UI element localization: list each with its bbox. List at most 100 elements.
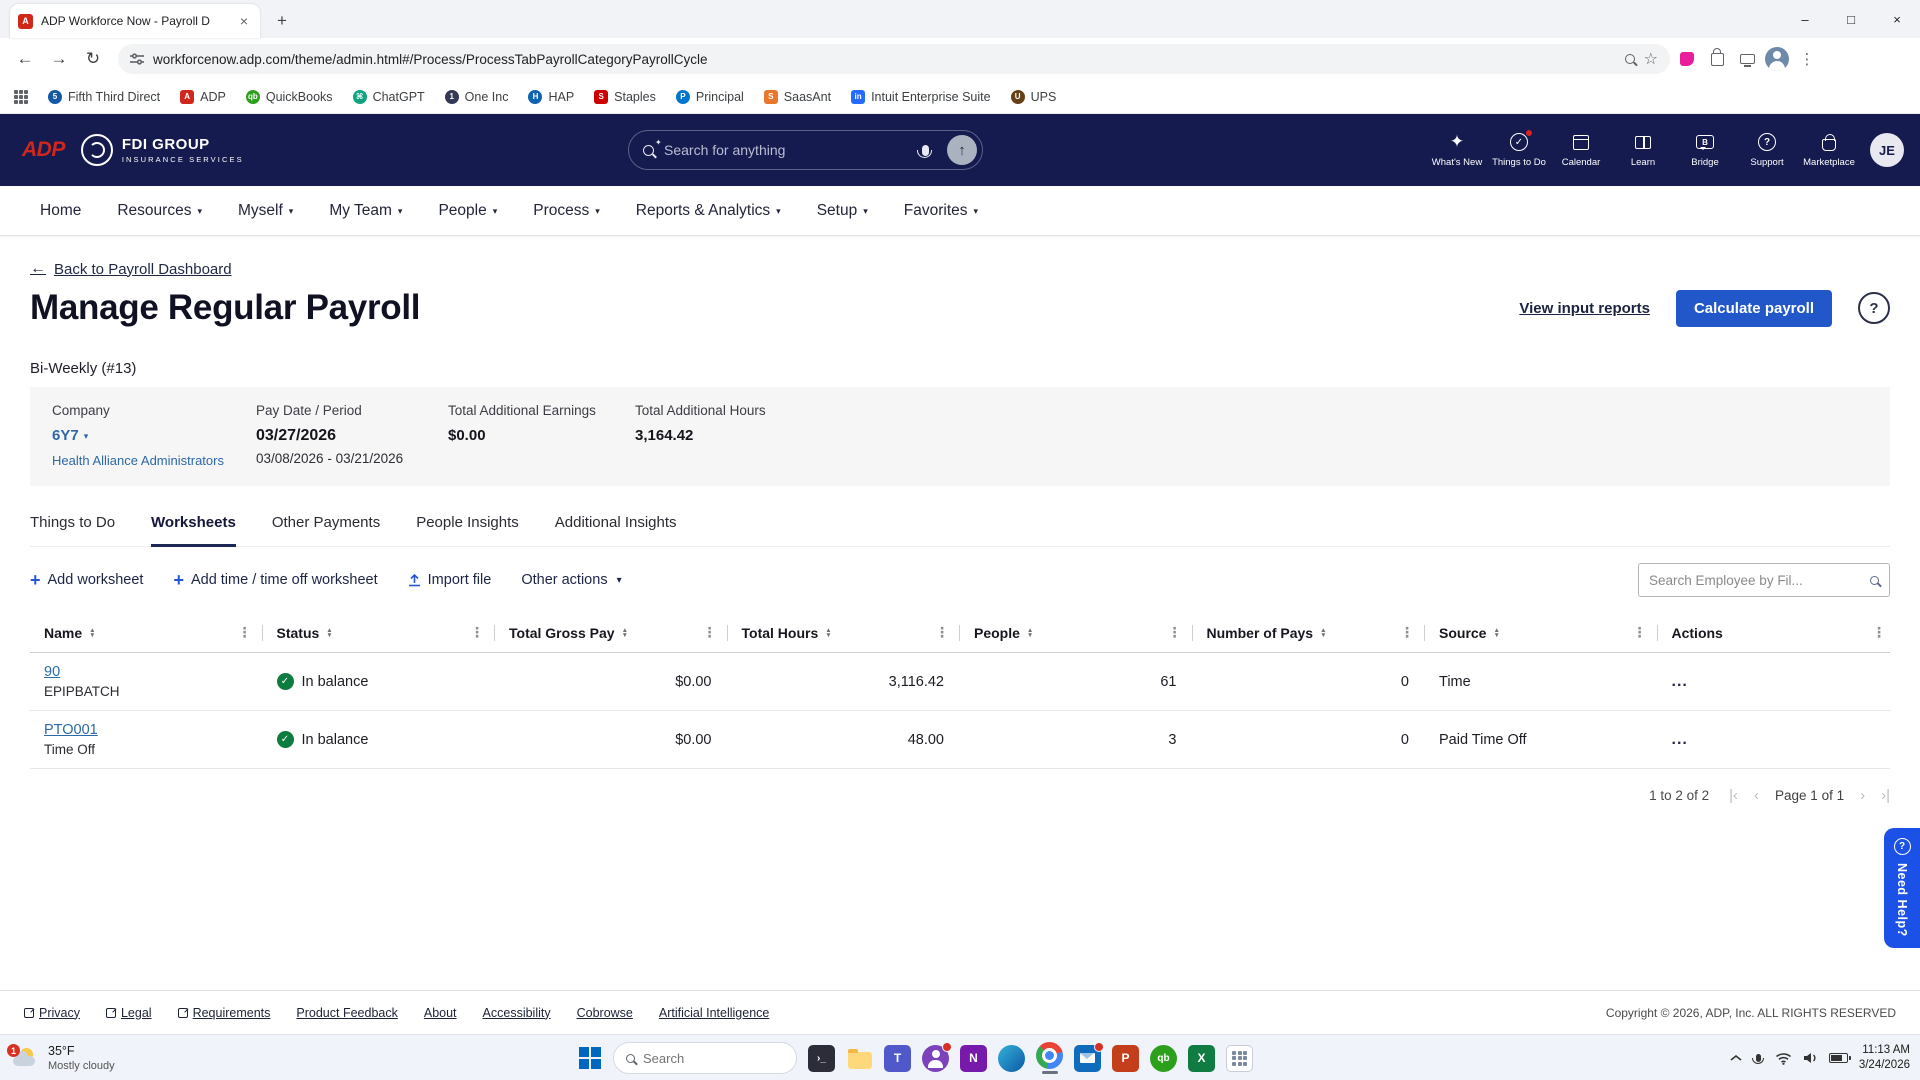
support-button[interactable]: ? Support xyxy=(1736,132,1798,168)
column-menu-icon[interactable]: ⋮ xyxy=(1629,624,1651,641)
maximize-button[interactable]: □ xyxy=(1828,0,1874,38)
employee-search-field[interactable] xyxy=(1638,563,1890,597)
edge-app-icon[interactable] xyxy=(998,1044,1025,1072)
sort-icon[interactable]: ▲ ▼ xyxy=(89,627,95,639)
first-page-button[interactable]: |‹ xyxy=(1729,787,1738,804)
bookmark-item[interactable]: 1 One Inc xyxy=(444,89,508,104)
nav-item-home[interactable]: Home xyxy=(40,202,81,220)
footer-link-artificial-intelligence[interactable]: Artificial Intelligence xyxy=(659,1006,769,1020)
column-menu-icon[interactable]: ⋮ xyxy=(234,624,256,641)
footer-link-legal[interactable]: Legal xyxy=(105,1006,152,1020)
column-menu-icon[interactable]: ⋮ xyxy=(699,624,721,641)
bookmark-item[interactable]: H HAP xyxy=(528,89,574,104)
calculator-app-icon[interactable] xyxy=(1226,1044,1253,1072)
footer-link-accessibility[interactable]: Accessibility xyxy=(483,1006,551,1020)
close-button[interactable]: × xyxy=(1874,0,1920,38)
nav-item-my-team[interactable]: My Team ▾ xyxy=(329,202,402,220)
marketplace-button[interactable]: Marketplace xyxy=(1798,132,1860,168)
new-tab-button[interactable]: + xyxy=(268,7,296,35)
terminal-app-icon[interactable]: ›_ xyxy=(808,1044,835,1072)
col-header-total-gross-pay[interactable]: Total Gross Pay ▲ ▼ ⋮ xyxy=(495,624,728,641)
add-worksheet-button[interactable]: + Add worksheet xyxy=(30,571,143,589)
forward-button[interactable]: → xyxy=(44,44,74,74)
tray-chevron-icon[interactable] xyxy=(1730,1054,1742,1062)
column-menu-icon[interactable]: ⋮ xyxy=(466,624,488,641)
search-icon[interactable] xyxy=(1870,575,1879,585)
footer-link-cobrowse[interactable]: Cobrowse xyxy=(577,1006,633,1020)
whats-new-button[interactable]: ✦ What's New xyxy=(1426,132,1488,168)
column-menu-icon[interactable]: ⋮ xyxy=(1396,624,1418,641)
column-menu-icon[interactable]: ⋮ xyxy=(931,624,953,641)
bridge-button[interactable]: B Bridge xyxy=(1674,132,1736,168)
col-header-status[interactable]: Status ▲ ▼ ⋮ xyxy=(263,624,495,641)
other-actions-button[interactable]: Other actions ▾ xyxy=(521,572,621,588)
site-settings-icon[interactable] xyxy=(130,53,144,65)
weather-widget[interactable]: 1 35°F Mostly cloudy xyxy=(7,1035,115,1080)
col-header-total-hours[interactable]: Total Hours ▲ ▼ ⋮ xyxy=(728,624,960,641)
wifi-icon[interactable] xyxy=(1775,1052,1792,1065)
nav-item-resources[interactable]: Resources ▾ xyxy=(117,202,202,220)
global-search-bar[interactable]: ✦ ↑ xyxy=(628,130,983,170)
col-header-people[interactable]: People ▲ ▼ ⋮ xyxy=(960,624,1193,641)
taskbar-clock[interactable]: 11:13 AM 3/24/2026 xyxy=(1859,1043,1910,1073)
onenote-app-icon[interactable]: N xyxy=(960,1044,987,1072)
col-header-name[interactable]: Name ▲ ▼ ⋮ xyxy=(30,624,263,641)
profile-avatar[interactable] xyxy=(1764,46,1790,72)
column-menu-icon[interactable]: ⋮ xyxy=(1164,624,1186,641)
search-submit-button[interactable]: ↑ xyxy=(947,135,977,165)
last-page-button[interactable]: ›| xyxy=(1881,787,1890,804)
excel-app-icon[interactable]: X xyxy=(1188,1044,1215,1072)
taskbar-search[interactable] xyxy=(613,1042,797,1074)
view-input-reports-link[interactable]: View input reports xyxy=(1519,300,1650,317)
teams-app-icon[interactable]: T xyxy=(884,1044,911,1072)
zoom-icon[interactable] xyxy=(1624,54,1635,64)
need-help-button[interactable]: ? Need Help? xyxy=(1884,828,1920,948)
sort-icon[interactable]: ▲ ▼ xyxy=(825,627,831,639)
chrome-app-icon[interactable] xyxy=(1036,1042,1063,1074)
things-to-do-button[interactable]: ✓ Things to Do xyxy=(1488,129,1550,168)
reload-button[interactable]: ↻ xyxy=(78,44,108,74)
company-name-link[interactable]: Health Alliance Administrators xyxy=(52,453,256,468)
tab-things-to-do[interactable]: Things to Do xyxy=(30,514,115,547)
col-header-source[interactable]: Source ▲ ▼ ⋮ xyxy=(1425,624,1658,641)
extensions-icon[interactable] xyxy=(1704,46,1730,72)
start-button[interactable] xyxy=(578,1046,602,1070)
worksheet-link[interactable]: 90 xyxy=(44,664,60,680)
calculate-payroll-button[interactable]: Calculate payroll xyxy=(1675,289,1832,327)
employee-search-input[interactable] xyxy=(1649,572,1862,588)
adp-logo[interactable]: ADP xyxy=(22,138,65,162)
tab-additional-insights[interactable]: Additional Insights xyxy=(555,514,677,547)
nav-item-setup[interactable]: Setup ▾ xyxy=(817,202,868,220)
people-app-icon[interactable] xyxy=(922,1041,952,1072)
row-actions-button[interactable]: ... xyxy=(1672,731,1688,748)
send-to-device-icon[interactable] xyxy=(1734,46,1760,72)
mic-tray-icon[interactable] xyxy=(1751,1054,1764,1064)
footer-link-requirements[interactable]: Requirements xyxy=(177,1006,270,1020)
browser-tab[interactable]: A ADP Workforce Now - Payroll D × xyxy=(10,4,260,38)
sort-icon[interactable]: ▲ ▼ xyxy=(1493,627,1499,639)
bookmark-item[interactable]: A ADP xyxy=(180,89,226,104)
bookmark-item[interactable]: S Staples xyxy=(594,89,656,104)
add-time-worksheet-button[interactable]: + Add time / time off worksheet xyxy=(173,571,377,589)
mic-icon[interactable] xyxy=(917,144,933,158)
tab-other-payments[interactable]: Other Payments xyxy=(272,514,380,547)
volume-icon[interactable] xyxy=(1803,1052,1818,1064)
quickbooks-app-icon[interactable]: qb xyxy=(1150,1044,1177,1072)
minimize-button[interactable]: – xyxy=(1782,0,1828,38)
powerpoint-app-icon[interactable]: P xyxy=(1112,1044,1139,1072)
row-actions-button[interactable]: ... xyxy=(1672,673,1688,690)
nav-item-people[interactable]: People ▾ xyxy=(438,202,497,220)
company-code-link[interactable]: 6Y7 ▾ xyxy=(52,427,88,444)
url-input[interactable] xyxy=(153,51,1616,67)
pinned-extension-icon[interactable] xyxy=(1674,46,1700,72)
sort-icon[interactable]: ▲ ▼ xyxy=(1320,627,1326,639)
sort-icon[interactable]: ▲ ▼ xyxy=(622,627,628,639)
nav-item-favorites[interactable]: Favorites ▾ xyxy=(904,202,978,220)
bookmark-item[interactable]: S SaasAnt xyxy=(763,89,831,104)
mail-app-icon[interactable] xyxy=(1074,1041,1104,1072)
nav-item-process[interactable]: Process ▾ xyxy=(533,202,600,220)
browser-menu-icon[interactable]: ⋮ xyxy=(1794,46,1820,72)
sort-icon[interactable]: ▲ ▼ xyxy=(326,627,332,639)
taskbar-search-input[interactable] xyxy=(643,1050,763,1066)
bookmark-star-icon[interactable]: ☆ xyxy=(1644,49,1658,69)
